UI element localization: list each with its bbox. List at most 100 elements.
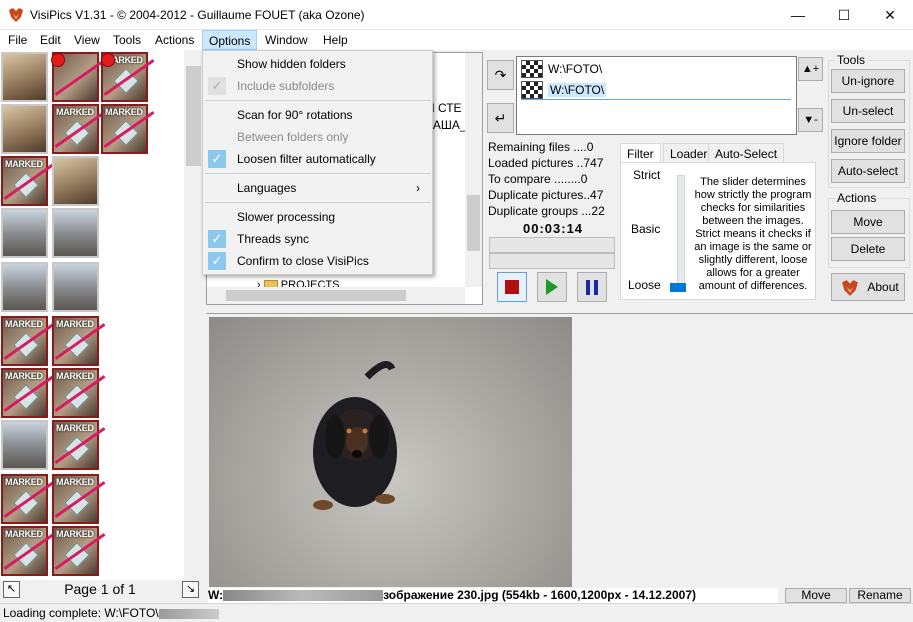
add-folder-button[interactable]: ↷ [487, 60, 514, 90]
next-page-button[interactable]: ↘ [182, 581, 199, 598]
checkered-flag-icon [521, 60, 543, 78]
remaining-files: Remaining files ....0 [488, 140, 594, 154]
preview-image[interactable] [209, 317, 572, 587]
thumbnail[interactable] [1, 262, 48, 312]
status-text: Loading complete: W:\FOTO\ [3, 606, 159, 620]
menu-item-between-folders-only[interactable]: Between folders only [203, 126, 432, 148]
thumbnail[interactable] [1, 52, 48, 102]
arrow-right-icon: ↘ [185, 583, 196, 595]
menu-item-include-subfolders[interactable]: ✓ Include subfolders [203, 75, 432, 97]
thumbnail-marked[interactable]: MARKED [52, 526, 106, 576]
thumbnail-panel[interactable]: MARKED MARKED MARKED MARKED MARKED MARKE… [0, 50, 184, 580]
close-icon: ✕ [884, 6, 896, 23]
window-title: VisiPics V1.31 - © 2004-2012 - Guillaume… [30, 8, 365, 22]
menu-edit[interactable]: Edit [34, 30, 67, 50]
thumbnail-marked[interactable]: MARKED [1, 368, 55, 418]
arrow-left-icon: ↖ [6, 583, 17, 595]
elapsed-timer: 00:03:14 [523, 221, 584, 236]
auto-select-button[interactable]: Auto-select [831, 159, 905, 183]
preview-rename-button[interactable]: Rename [849, 588, 911, 603]
pause-button[interactable] [577, 272, 607, 302]
slider-label-basic: Basic [631, 222, 661, 236]
play-button[interactable] [537, 272, 567, 302]
menu-item-scan-rotations[interactable]: Scan for 90° rotations [203, 104, 432, 126]
menu-options[interactable]: Options [202, 30, 258, 50]
move-folder-up-button[interactable]: ▲+ [798, 57, 823, 81]
folder-row-selected[interactable]: W:\FOTO\ [521, 80, 791, 100]
delete-button[interactable]: Delete [831, 237, 905, 261]
add-folder-icon: ↷ [494, 66, 507, 83]
menu-window[interactable]: Window [259, 30, 314, 50]
minimize-button[interactable]: — [775, 0, 821, 30]
thumbnail-marked[interactable]: MARKED [52, 368, 106, 418]
thumbnail-marked[interactable]: MARKED [1, 316, 55, 366]
options-menu: Show hidden folders ✓ Include subfolders … [202, 50, 433, 275]
move-button[interactable]: Move [831, 210, 905, 234]
menu-tools[interactable]: Tools [107, 30, 147, 50]
thumbnail-marked[interactable]: MARKED [52, 316, 106, 366]
thumbnail-marked[interactable]: MARKED [52, 420, 106, 470]
stop-button[interactable] [497, 272, 527, 302]
thumbnail-marked[interactable]: MARKED [52, 474, 106, 524]
previous-page-button[interactable]: ↖ [3, 581, 20, 598]
preview-move-button[interactable]: Move [785, 588, 847, 603]
thumbnail[interactable] [52, 262, 99, 312]
menu-item-languages[interactable]: Languages › [203, 177, 432, 199]
checkered-flag-icon [521, 81, 543, 99]
slider-label-strict: Strict [633, 168, 661, 182]
menu-file[interactable]: File [2, 30, 33, 50]
thumbnail[interactable] [52, 208, 99, 258]
marked-label: MARKED [56, 319, 94, 329]
menu-item-threads-sync[interactable]: ✓ Threads sync [203, 228, 432, 250]
actions-group-title: Actions [835, 191, 879, 205]
caption-prefix: W: [208, 588, 224, 602]
menu-item-label: Slower processing [237, 210, 336, 224]
tree-horizontal-scrollbar-thumb[interactable] [226, 290, 406, 301]
thumbnail[interactable] [52, 156, 99, 206]
play-icon [546, 279, 558, 295]
tab-loader[interactable]: Loader [663, 143, 715, 163]
about-button[interactable]: About [831, 273, 905, 301]
menu-help[interactable]: Help [317, 30, 354, 50]
tab-auto-select[interactable]: Auto-Select [708, 143, 785, 163]
remove-folder-button[interactable]: ↵ [487, 103, 514, 133]
ignore-folder-button[interactable]: Ignore folder [831, 129, 905, 153]
thumbnail-scrollbar-thumb[interactable] [186, 66, 201, 166]
move-folder-down-button[interactable]: ▼- [798, 108, 823, 132]
duplicate-pictures: Duplicate pictures..47 [488, 188, 604, 202]
thumbnail-marked[interactable]: MARKED [52, 104, 106, 154]
close-button[interactable]: ✕ [867, 0, 913, 30]
filter-slider[interactable] [677, 175, 685, 291]
thumbnail-marked[interactable]: MARKED [1, 474, 55, 524]
thumbnail[interactable] [1, 208, 48, 258]
menu-item-show-hidden-folders[interactable]: Show hidden folders [203, 53, 432, 75]
menu-actions[interactable]: Actions [149, 30, 200, 50]
menu-item-loosen-filter[interactable]: ✓ Loosen filter automatically [203, 148, 432, 170]
tab-filter[interactable]: Filter [620, 143, 661, 163]
maximize-button[interactable]: ☐ [821, 0, 867, 30]
menu-item-label: Threads sync [237, 232, 310, 246]
thumbnail[interactable] [1, 420, 48, 470]
menu-view[interactable]: View [68, 30, 106, 50]
menu-item-confirm-close[interactable]: ✓ Confirm to close VisiPics [203, 250, 432, 272]
unignore-button[interactable]: Un-ignore [831, 69, 905, 93]
folder-row[interactable]: W:\FOTO\ [521, 59, 791, 79]
caption-filename: зображение 230.jpg (554kb - 1600,1200px … [383, 588, 696, 602]
unselect-button[interactable]: Un-select [831, 99, 905, 123]
menu-separator [205, 202, 431, 203]
thumbnail-marked[interactable]: MARKED [1, 156, 55, 206]
thumbnail[interactable] [1, 104, 48, 154]
tree-vertical-scrollbar[interactable] [465, 53, 482, 287]
thumbnail-marked[interactable]: MARKED [101, 104, 155, 154]
menu-item-label: Confirm to close VisiPics [237, 254, 369, 268]
menu-item-slower-processing[interactable]: Slower processing [203, 206, 432, 228]
selection-dot-icon [101, 53, 115, 67]
menu-item-label: Scan for 90° rotations [237, 108, 353, 122]
progress-bar [489, 237, 615, 253]
tree-vertical-scrollbar-thumb[interactable] [467, 195, 480, 251]
selected-folders-list[interactable]: W:\FOTO\ W:\FOTO\ [516, 56, 797, 135]
filter-slider-thumb[interactable] [670, 283, 686, 292]
filter-description: The slider determines how strictly the p… [694, 176, 812, 292]
thumbnail-marked[interactable]: MARKED [1, 526, 55, 576]
image-caption: W: зображение 230.jpg (554kb - 1600,1200p… [208, 588, 778, 603]
